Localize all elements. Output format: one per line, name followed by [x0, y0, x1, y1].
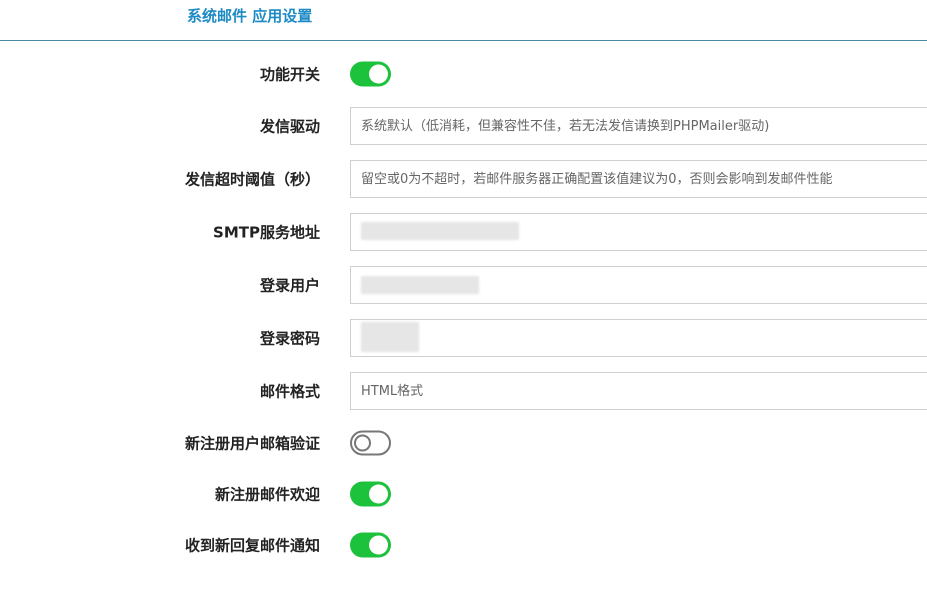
new-user-verify-label: 新注册用户邮箱验证: [184, 434, 320, 453]
redacted-value: [361, 222, 519, 240]
driver-label: 发信驱动: [259, 117, 320, 136]
new-user-welcome-toggle[interactable]: [350, 481, 391, 507]
row-timeout: 发信超时阈值（秒）: [0, 159, 927, 199]
toggle-knob: [369, 64, 388, 84]
row-reply-notify: 收到新回复邮件通知: [0, 525, 927, 565]
login-password-label: 登录密码: [259, 329, 320, 348]
row-enable: 功能开关: [0, 54, 927, 94]
row-login-password: 登录密码: [0, 318, 927, 358]
mail-format-label: 邮件格式: [259, 382, 320, 401]
redacted-value: [361, 322, 419, 352]
row-mail-format: 邮件格式: [0, 371, 927, 411]
row-new-user-verify: 新注册用户邮箱验证: [0, 423, 927, 463]
page-title: 系统邮件 应用设置: [187, 7, 313, 25]
reply-notify-toggle[interactable]: [350, 532, 391, 558]
enable-label: 功能开关: [259, 65, 320, 84]
row-driver: 发信驱动: [0, 106, 927, 146]
new-user-verify-toggle[interactable]: [350, 430, 391, 456]
smtp-host-label: SMTP服务地址: [213, 223, 320, 242]
row-smtp-host: SMTP服务地址: [0, 212, 927, 252]
driver-input[interactable]: [350, 107, 927, 145]
login-user-label: 登录用户: [259, 276, 320, 295]
timeout-label: 发信超时阈值（秒）: [184, 170, 320, 189]
page-header: 系统邮件 应用设置: [0, 0, 927, 41]
enable-toggle[interactable]: [350, 61, 391, 87]
login-password-input[interactable]: [350, 319, 927, 357]
row-new-user-welcome: 新注册邮件欢迎: [0, 474, 927, 514]
new-user-welcome-label: 新注册邮件欢迎: [214, 485, 320, 504]
row-login-user: 登录用户: [0, 265, 927, 305]
toggle-knob: [354, 434, 371, 452]
toggle-knob: [369, 484, 388, 504]
reply-notify-label: 收到新回复邮件通知: [184, 536, 320, 555]
mail-format-input[interactable]: [350, 372, 927, 410]
toggle-knob: [369, 535, 388, 555]
redacted-value: [361, 276, 479, 294]
timeout-input[interactable]: [350, 160, 927, 198]
